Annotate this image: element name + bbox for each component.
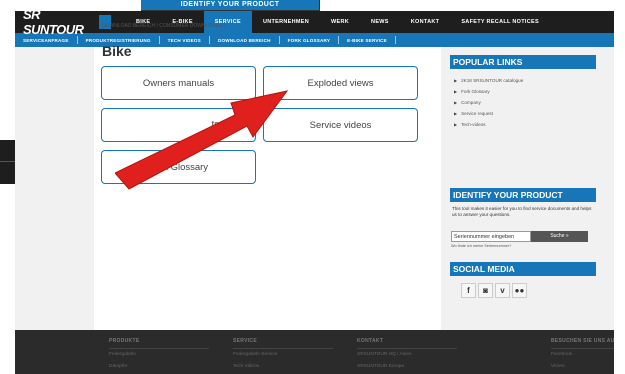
popular-links-list: 2K18 SRSUNTOUR catalogueFork GlossaryCom… [454,75,523,130]
breadcrumb-separator: / [223,23,226,29]
background-page-right [614,0,625,374]
footer-divider [109,348,209,349]
footer-divider [233,348,333,349]
nav-item-safety-recall-notices[interactable]: SAFETY RECALL NOTICES [450,11,550,33]
footer-column-heading: SERVICE [233,338,257,344]
footer-column: SERVICE Federgabeln Service Tech Videos [233,338,333,369]
browser-window: SR SUNTOUR BIKE E-BIKE SERVICE UNTERNEHMEN W… [15,11,614,374]
vimeo-icon[interactable]: v [495,283,510,298]
instagram-icon[interactable]: ◙ [478,283,493,298]
serial-number-help-link[interactable]: Wo finde ich meine Seriennummer? [451,244,511,248]
tile-label: Exploded views [307,77,374,89]
footer-link[interactable]: SRSUNTOUR Europa [357,364,457,369]
footer-column-heading: BESUCHEN SIE UNS AUCH [551,338,614,344]
popular-link-item[interactable]: Fork Glossary [454,86,523,97]
nav-item-kontakt[interactable]: KONTAKT [400,11,451,33]
popular-link-item[interactable]: 2K18 SRSUNTOUR catalogue [454,75,523,86]
breadcrumb-current: BIKE [226,23,239,29]
identify-product-description: This tool makes it easier for you to fin… [452,206,592,217]
footer-link[interactable]: Federgabeln Service [233,352,333,357]
floating-window-edge [319,0,320,10]
nav-items: BIKE E-BIKE SERVICE UNTERNEHMEN WERK NEWS KONT… [125,11,550,33]
facebook-icon[interactable]: f [461,283,476,298]
nav-item-news[interactable]: NEWS [360,11,400,33]
footer-link[interactable]: Vimeo [551,364,614,369]
popular-link-item[interactable]: Service request [454,108,523,119]
popular-link-item[interactable]: Tech-videos [454,119,523,130]
footer-link[interactable]: Dämpfer [109,364,209,369]
sidebar: POPULAR LINKS 2K18 SRSUNTOUR catalogueFo… [448,47,604,330]
subnav-divider [394,36,396,44]
nav-item-bike[interactable]: BIKE [125,11,161,33]
site-footer: PRODUKTE Federgabeln Dämpfer SERVICE Federga… [15,330,614,374]
subnav-item-produktregistrierung[interactable]: PRODUKTREGISTRIERUNG [78,38,159,43]
footer-link[interactable]: Federgabeln [109,352,209,357]
subnav-item-e-bike-service[interactable]: E-BIKE SERVICE [339,38,395,43]
arrow-shape [115,90,289,190]
background-page-dark-band [0,140,15,184]
main-navigation: SR SUNTOUR BIKE E-BIKE SERVICE UNTERNEHMEN W… [15,11,614,37]
footer-link[interactable]: Facebook [551,352,614,357]
footer-column: BESUCHEN SIE UNS AUCH Facebook Vimeo [551,338,614,369]
breadcrumb: DOWNLOAD BEREICH / CONSUMER DOWNLOADS / … [102,23,239,29]
social-media-heading: SOCIAL MEDIA [450,262,596,276]
nav-item-service[interactable]: SERVICE [203,11,252,33]
footer-divider [357,348,457,349]
breadcrumb-download-bereich[interactable]: DOWNLOAD BEREICH [102,23,155,29]
floating-identify-strip[interactable]: IDENTIFY YOUR PRODUCT [141,0,319,10]
footer-divider [551,348,614,349]
nav-item-e-bike[interactable]: E-BIKE [161,11,203,33]
search-button[interactable]: Suche » [531,231,588,242]
logo-text: SR SUNTOUR [23,11,84,37]
subnav-item-tech-videos[interactable]: TECH VIDEOS [160,38,209,43]
identify-product-heading: IDENTIFY YOUR PRODUCT [450,188,596,202]
brand-logo[interactable]: SR SUNTOUR [15,11,111,37]
popular-link-item[interactable]: Company [454,97,523,108]
serial-number-input[interactable] [451,231,531,242]
red-arrow-annotation [115,90,289,190]
breadcrumb-consumer-downloads[interactable]: CONSUMER DOWNLOADS [159,23,222,29]
footer-column: PRODUKTE Federgabeln Dämpfer [109,338,209,369]
nav-item-werk[interactable]: WERK [320,11,360,33]
flickr-icon[interactable]: ●● [512,283,527,298]
popular-links-heading: POPULAR LINKS [450,55,596,69]
breadcrumb-separator: / [156,23,158,29]
footer-column-heading: PRODUKTE [109,338,140,344]
page-title: Bike [102,43,132,59]
footer-column: KONTAKT SRSUNTOUR HQ / Asien SRSUNTOUR Eur… [357,338,457,369]
subnav-item-download-bereich[interactable]: DOWNLOAD BEREICH [210,38,279,43]
subnav-item-serviceanfrage[interactable]: SERVICEANFRAGE [15,38,77,43]
subnav-item-fork-glossary[interactable]: FORK GLOSSARY [280,38,339,43]
footer-column-heading: KONTAKT [357,338,384,344]
social-icons: f ◙ v ●● [461,283,529,298]
footer-link[interactable]: SRSUNTOUR HQ / Asien [357,352,457,357]
footer-link[interactable]: Tech Videos [233,364,333,369]
nav-item-unternehmen[interactable]: UNTERNEHMEN [252,11,320,33]
background-page-left [0,0,15,374]
tile-label: Service videos [309,119,372,131]
